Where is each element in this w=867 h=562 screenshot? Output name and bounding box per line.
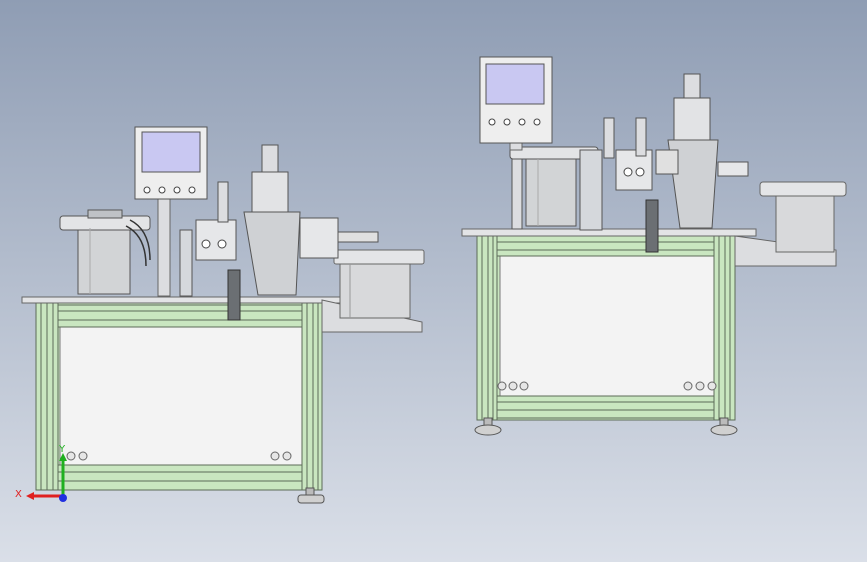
cad-viewport[interactable]: X Y — [0, 0, 867, 562]
hmi-screen-icon — [479, 56, 553, 151]
machine-frame — [35, 299, 323, 491]
guide-post — [645, 199, 659, 253]
x-axis-label: X — [15, 489, 22, 500]
tabletop — [21, 296, 345, 304]
x-axis-head-icon — [26, 492, 34, 500]
vibratory-bowl-icon — [59, 209, 151, 295]
cad-model-canvas[interactable]: X Y — [0, 0, 867, 562]
y-axis-label: Y — [58, 444, 66, 455]
tabletop — [461, 228, 757, 237]
leveling-foot-icon — [474, 417, 738, 436]
machine-front-view[interactable] — [21, 126, 425, 504]
guide-post — [227, 269, 241, 321]
storage-bin-icon — [333, 249, 425, 319]
machine-iso-view[interactable] — [461, 56, 847, 436]
z-axis-dot-icon — [59, 494, 67, 502]
hmi-screen-icon — [134, 126, 208, 297]
press-cylinder-icon — [655, 73, 749, 229]
machine-frame — [476, 231, 736, 421]
